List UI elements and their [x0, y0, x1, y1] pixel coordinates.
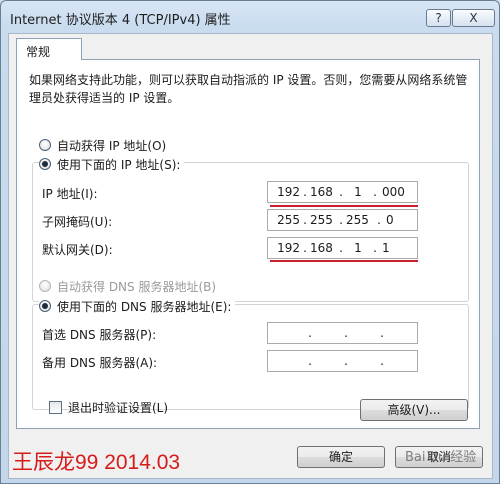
gw-octet-1: 192	[277, 241, 300, 255]
red-underline-ip	[270, 205, 418, 207]
validate-checkbox-box[interactable]	[49, 401, 62, 414]
help-button[interactable]: ?	[426, 9, 451, 27]
ip-address-label: IP 地址(I):	[42, 187, 98, 201]
default-gateway-label: 默认网关(D):	[42, 243, 113, 257]
preferred-dns-input[interactable]: . . .	[267, 322, 418, 344]
ip-dot-3: .	[373, 185, 377, 199]
pdns-dot-3: .	[380, 326, 384, 340]
adns-dot-1: .	[308, 354, 312, 368]
mask-octet-2: 255	[310, 213, 333, 227]
gw-octet-4: 1	[382, 241, 390, 255]
mask-octet-3: 255	[346, 213, 369, 227]
radio-manual-dns-label: 使用下面的 DNS 服务器地址(E):	[57, 299, 232, 314]
radio-manual-dns[interactable]: 使用下面的 DNS 服务器地址(E):	[39, 297, 236, 315]
alternate-dns-input[interactable]: . . .	[267, 350, 418, 372]
mask-dot-2: .	[339, 213, 343, 227]
radio-manual-dns-indicator[interactable]	[39, 300, 51, 312]
radio-auto-ip-indicator[interactable]	[39, 139, 51, 151]
preferred-dns-label: 首选 DNS 服务器(P):	[42, 328, 157, 342]
dialog-client-area: 常规 如果网络支持此功能，则可以获取自动指派的 IP 设置。否则，您需要从网络系…	[8, 33, 493, 479]
gw-dot-2: .	[339, 241, 343, 255]
validate-checkbox-label: 退出时验证设置(L)	[68, 401, 169, 415]
radio-auto-ip[interactable]: 自动获得 IP 地址(O)	[39, 136, 166, 154]
radio-manual-ip[interactable]: 使用下面的 IP 地址(S):	[39, 155, 185, 173]
ok-button[interactable]: 确定	[297, 446, 385, 468]
baidu-watermark: Bai du 经验	[405, 450, 477, 465]
pdns-dot-2: .	[344, 326, 348, 340]
dialog-window: Internet 协议版本 4 (TCP/IPv4) 属性 ? X 常规 如果网…	[0, 0, 500, 484]
ip-octet-1: 192	[277, 185, 300, 199]
close-button[interactable]: X	[452, 9, 495, 27]
radio-auto-ip-label: 自动获得 IP 地址(O)	[57, 138, 167, 153]
alternate-dns-label: 备用 DNS 服务器(A):	[42, 356, 158, 370]
ip-dot-2: .	[339, 185, 343, 199]
pdns-dot-1: .	[308, 326, 312, 340]
ip-dot-1: .	[303, 185, 307, 199]
description-text: 如果网络支持此功能，则可以获取自动指派的 IP 设置。否则，您需要从网络系统管理…	[29, 73, 468, 105]
adns-dot-3: .	[380, 354, 384, 368]
mask-octet-4: 0	[386, 213, 394, 227]
radio-manual-ip-label: 使用下面的 IP 地址(S):	[57, 157, 181, 172]
radio-auto-dns[interactable]: 自动获得 DNS 服务器地址(B)	[39, 277, 216, 295]
subnet-mask-input[interactable]: 255 . 255 . 255 . 0	[267, 209, 418, 231]
gw-dot-3: .	[373, 241, 377, 255]
window-title: Internet 协议版本 4 (TCP/IPv4) 属性	[10, 13, 231, 28]
mask-dot-3: .	[377, 213, 381, 227]
gw-octet-2: 168	[310, 241, 333, 255]
author-watermark: 王辰龙99 2014.03	[12, 451, 181, 474]
gw-dot-1: .	[303, 241, 307, 255]
red-underline-gateway	[270, 260, 418, 262]
ip-octet-3: 1	[354, 185, 362, 199]
mask-dot-1: .	[303, 213, 307, 227]
advanced-button[interactable]: 高级(V)...	[360, 399, 468, 421]
validate-settings-checkbox[interactable]: 退出时验证设置(L)	[49, 399, 168, 416]
adns-dot-2: .	[344, 354, 348, 368]
tab-panel-general: 如果网络支持此功能，则可以获取自动指派的 IP 设置。否则，您需要从网络系统管理…	[16, 59, 480, 429]
default-gateway-input[interactable]: 192 . 168 . 1 . 1	[267, 237, 418, 259]
gw-octet-3: 1	[354, 241, 362, 255]
ip-octet-4: 000	[382, 185, 405, 199]
radio-auto-dns-label: 自动获得 DNS 服务器地址(B)	[57, 279, 217, 294]
title-bar[interactable]: Internet 协议版本 4 (TCP/IPv4) 属性 ? X	[1, 1, 499, 33]
radio-auto-dns-indicator[interactable]	[39, 280, 51, 292]
ip-address-input[interactable]: 192 . 168 . 1 . 000	[267, 181, 418, 203]
subnet-mask-label: 子网掩码(U):	[42, 215, 113, 229]
radio-manual-ip-indicator[interactable]	[39, 158, 51, 170]
tab-general[interactable]: 常规	[16, 38, 82, 60]
ip-octet-2: 168	[310, 185, 333, 199]
mask-octet-1: 255	[277, 213, 300, 227]
